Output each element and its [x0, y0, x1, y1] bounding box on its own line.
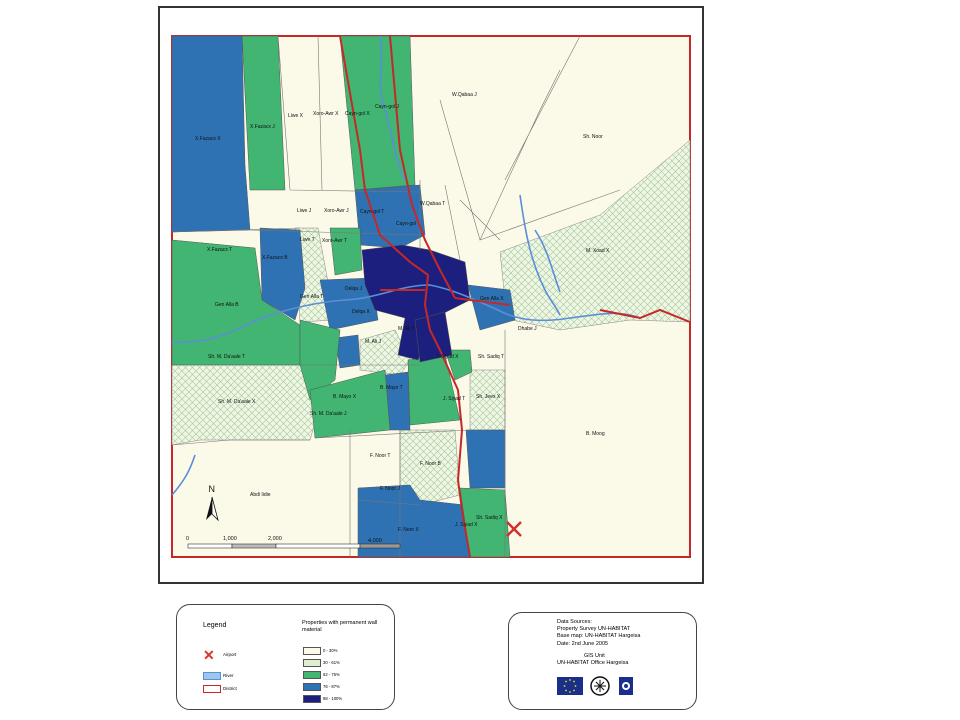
partner-logo-icon	[619, 677, 633, 695]
map-label: Liwe X	[288, 113, 304, 119]
legend-title: Legend	[203, 622, 227, 629]
map-label: F. Noor B	[420, 461, 442, 467]
class-swatch	[303, 647, 321, 655]
map-label: Sh. M. Da'aale T	[208, 354, 245, 360]
zone-blue-west	[171, 35, 251, 233]
map-label: Cayn-gol J	[375, 104, 399, 110]
map-label: J. Siyad X	[436, 354, 459, 360]
class-swatch	[303, 695, 321, 703]
map-label: Sh. Sadiq X	[476, 515, 503, 521]
map-label: J. Siyad X	[455, 522, 478, 528]
map-label: X.Fazacx J	[250, 124, 275, 130]
airport-icon: ✕	[203, 647, 215, 663]
class-label: 62 - 75%	[323, 672, 340, 677]
eu-logo-icon	[557, 677, 583, 695]
map-label: Gen Alla T	[300, 294, 323, 300]
map-label: M. Xoad X	[586, 248, 610, 254]
north-arrow-label: N	[209, 484, 216, 494]
map-label: Sh. M. Da'aale J	[310, 411, 347, 417]
map-label: X.Fazacx B	[262, 255, 288, 261]
map-label: Liwe T	[300, 237, 315, 243]
map-label: Liwe J	[297, 208, 312, 214]
map-label: Gen Alla X	[480, 296, 504, 302]
legend-river-label: River	[223, 673, 234, 678]
class-swatch	[303, 683, 321, 691]
district-swatch	[203, 685, 221, 693]
map-label: Xoro-Awr X	[313, 111, 339, 117]
zone-southwest-hatched	[171, 364, 321, 446]
sources-line: Base map: UN-HABITAT Hargeisa	[557, 633, 641, 639]
map-label: Xoro-Awr J	[324, 208, 349, 214]
scale-tick-2: 2,000	[268, 536, 282, 542]
map-label: Cayn-gol	[396, 221, 416, 227]
un-habitat-logo-icon	[589, 675, 611, 697]
scale-tick-3: 4,000	[368, 538, 382, 544]
river-swatch	[203, 672, 221, 680]
zone-mid-hatched	[469, 369, 506, 431]
legend-classes-heading: Properties with permanent wall material	[302, 620, 378, 633]
map-label: F. Noor J	[380, 486, 401, 492]
map-label: Dhabe J	[518, 326, 537, 332]
class-label: 76 - 87%	[323, 684, 340, 689]
sources-heading: Data Sources:	[557, 619, 592, 625]
class-label: 30 - 61%	[323, 660, 340, 665]
scale-tick-0: 0	[186, 536, 189, 542]
legend-airport-label: Airport	[223, 652, 237, 657]
map-label: Sh. Noor	[583, 134, 603, 140]
map-label: Abdi Iidie	[250, 492, 271, 498]
sources-line: Date: 2nd June 2005	[557, 641, 609, 647]
legend-box: Legend ✕ Airport River District Properti…	[176, 604, 395, 710]
map-label: J. Siyad T	[443, 396, 465, 402]
zone-blue-se	[465, 429, 506, 489]
map-canvas: X.Fazacx X X.Fazacx J Liwe X Xoro-Awr X …	[171, 35, 691, 558]
map-label: Sh. Jeex X	[476, 394, 501, 400]
map-label: Delqa J	[345, 286, 362, 292]
zone-green-n3	[329, 227, 363, 276]
class-label: 88 - 100%	[323, 696, 343, 701]
map-label: X.Fazacx X	[195, 136, 221, 142]
map-label: B. Mayo T	[380, 385, 403, 391]
map-label: M. Ali J	[365, 339, 382, 345]
gis-unit: GIS Unit	[584, 653, 605, 659]
map-label: Delqa X	[352, 309, 370, 315]
map-label: B. Mayo X	[333, 394, 357, 400]
map-label: Sh. Sadiq T	[478, 354, 504, 360]
map-label: F. Noor T	[370, 453, 390, 459]
office-line: UN-HABITAT Office Hargeisa	[557, 660, 629, 666]
map-label: X.Fazacx T	[207, 247, 232, 253]
map-label: W.Qabaa T	[420, 201, 445, 207]
map-label: Xoro-Awr T	[322, 238, 347, 244]
class-swatch	[303, 659, 321, 667]
map-label: Gen Alla B	[215, 302, 239, 308]
map-label: B. Moog	[586, 431, 605, 437]
sources-line: Property Survey UN-HABITAT	[557, 626, 631, 632]
sources-box: Data Sources: Property Survey UN-HABITAT…	[508, 612, 697, 710]
map-label: Cayn-gol X	[345, 111, 370, 117]
scale-tick-1: 1,000	[223, 536, 237, 542]
map-label: M. Ali T	[398, 326, 415, 332]
map-label: Cayn-gol T	[360, 209, 384, 215]
map-label: W.Qabaa J	[452, 92, 477, 98]
map-label: F. Noor X	[398, 527, 420, 533]
legend-district-label: District	[223, 686, 237, 691]
class-swatch	[303, 671, 321, 679]
map-label: Sh. M. Da'aale X	[218, 399, 256, 405]
class-label: 0 - 30%	[323, 648, 338, 653]
